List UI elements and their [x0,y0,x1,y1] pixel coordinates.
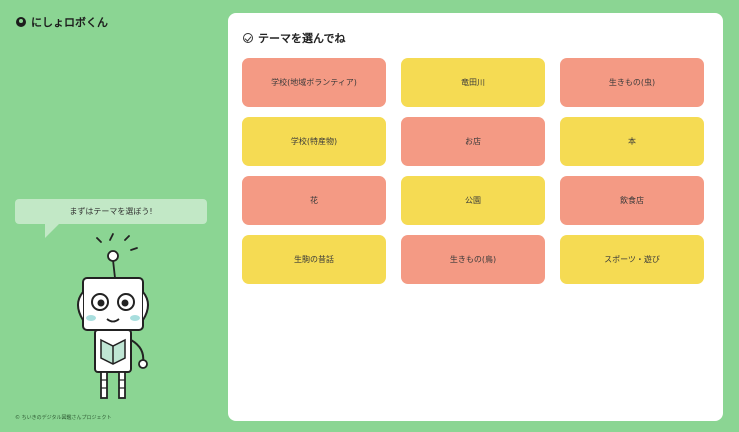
theme-label: 生きもの(虫) [608,78,656,87]
robot-mascot-icon [77,233,149,399]
theme-label: 学校(地域ボランティア) [271,78,357,87]
theme-tile[interactable]: 公園 [401,176,545,225]
theme-label: 生駒の昔話 [294,255,334,264]
brand-name: にしょロボくん [31,16,108,29]
footer-credit: © ちいきのデジタル図鑑さんプロジェクト [15,415,112,421]
theme-tile[interactable]: お店 [401,117,545,166]
theme-label: 竜田川 [461,78,485,87]
theme-tile[interactable]: 生きもの(鳥) [401,235,545,284]
theme-label: 本 [628,137,636,146]
theme-label: 学校(特産物) [290,137,338,146]
theme-label: お店 [465,137,481,146]
theme-tile[interactable]: 花 [242,176,386,225]
brand-logo-icon [16,17,26,27]
speech-bubble: まずはテーマを選ぼう! [15,199,207,238]
theme-label: 飲食店 [620,196,644,205]
theme-tile[interactable]: 生きもの(虫) [560,58,704,107]
theme-grid: 学校(地域ボランティア) 竜田川 生きもの(虫) 学校(特産物) お店 本 花 … [242,58,704,284]
panel-title: テーマを選んでね [258,32,346,45]
theme-tile[interactable]: 竜田川 [401,58,545,107]
panel-heading: テーマを選んでね [243,30,345,46]
theme-panel: テーマを選んでね 学校(地域ボランティア) 竜田川 生きもの(虫) 学校(特産物… [228,13,723,421]
check-circle-icon [243,33,253,43]
theme-label: 生きもの(鳥) [449,255,497,264]
theme-label: 花 [310,196,318,205]
theme-label: スポーツ・遊び [604,255,660,264]
theme-tile[interactable]: 学校(地域ボランティア) [242,58,386,107]
theme-label: 公園 [465,196,481,205]
speech-text: まずはテーマを選ぼう! [69,207,153,216]
theme-tile[interactable]: 生駒の昔話 [242,235,386,284]
theme-tile[interactable]: スポーツ・遊び [560,235,704,284]
theme-tile[interactable]: 本 [560,117,704,166]
brand[interactable]: にしょロボくん [16,14,108,30]
theme-tile[interactable]: 学校(特産物) [242,117,386,166]
theme-tile[interactable]: 飲食店 [560,176,704,225]
